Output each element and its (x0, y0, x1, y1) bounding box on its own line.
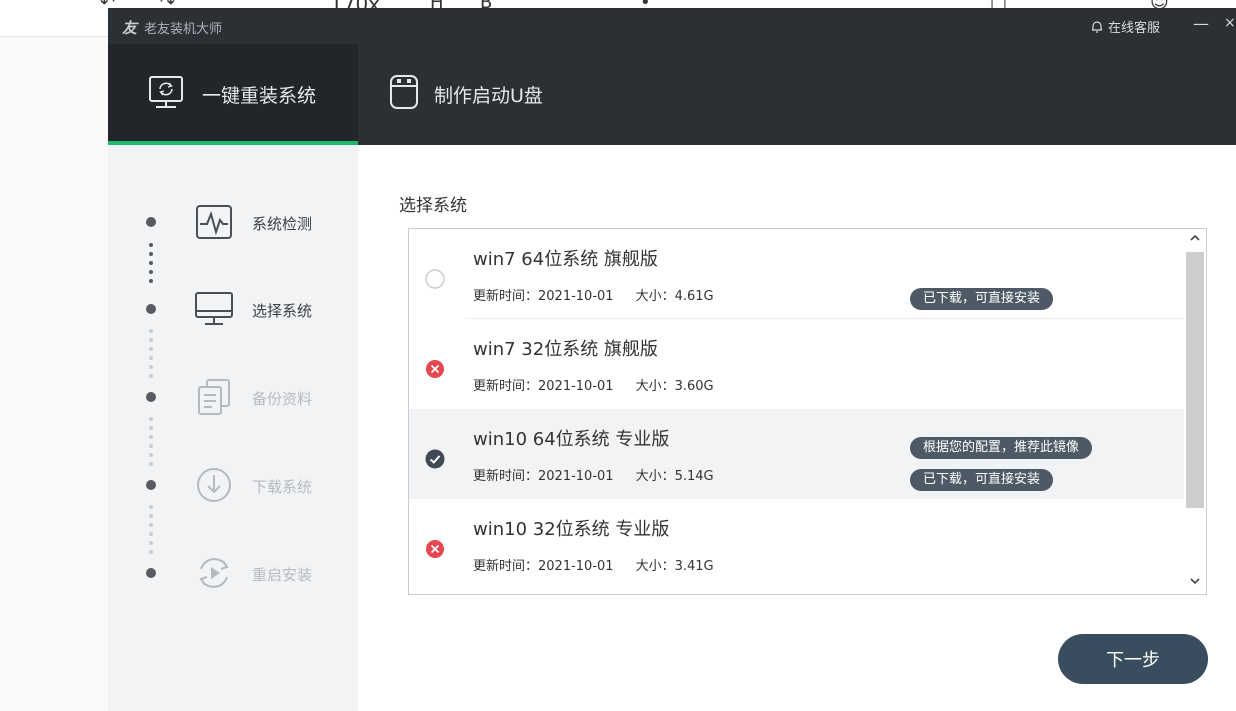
radio-selected-check-icon[interactable] (425, 449, 445, 469)
title-bar: 友 老友装机大师 在线客服 — × (108, 8, 1236, 44)
download-icon (194, 465, 234, 505)
size-prefix: 大小： (635, 289, 675, 304)
size-prefix: 大小： (635, 469, 675, 484)
recommended-badge: 根据您的配置，推荐此镜像 (910, 437, 1093, 459)
step-connector (149, 243, 153, 288)
step-dot (146, 392, 156, 402)
usb-drive-icon (388, 72, 420, 117)
system-list: win7 64位系统 旗舰版 更新时间：2021-10-01 大小：4.61G 已… (408, 228, 1207, 595)
background-canvas (0, 37, 108, 711)
step-label: 下载系统 (252, 478, 313, 496)
tab-make-usb[interactable]: 制作启动U盘 (388, 44, 648, 145)
system-name: win10 32位系统 专业版 (473, 519, 670, 540)
incompatible-x-icon[interactable] (425, 359, 445, 379)
system-name: win10 64位系统 专业版 (473, 429, 670, 450)
monitor-refresh-icon (146, 72, 186, 117)
minimize-button[interactable]: — (1193, 14, 1209, 33)
nav-bar: 一键重装系统 制作启动U盘 (108, 44, 1236, 145)
restart-icon (194, 553, 234, 593)
tab-label: 一键重装系统 (202, 85, 317, 107)
step-label: 系统检测 (252, 215, 313, 233)
step-label: 重启安装 (252, 566, 313, 584)
step-dot (146, 304, 156, 314)
system-item-win10-64[interactable]: win10 64位系统 专业版 更新时间：2021-10-01 大小：5.14G … (409, 409, 1184, 499)
step-download-system: 下载系统 (108, 460, 358, 510)
update-prefix: 更新时间： (473, 469, 539, 484)
system-name: win7 64位系统 旗舰版 (473, 249, 658, 270)
size-prefix: 大小： (635, 379, 675, 394)
incompatible-x-icon[interactable] (425, 539, 445, 559)
section-title: 选择系统 (399, 196, 467, 216)
app-title: 老友装机大师 (144, 22, 223, 37)
step-label: 选择系统 (252, 302, 313, 320)
system-item-win7-64[interactable]: win7 64位系统 旗舰版 更新时间：2021-10-01 大小：4.61G 已… (409, 229, 1184, 319)
update-time: 2021-10-01 (538, 289, 614, 304)
update-time: 2021-10-01 (538, 559, 614, 574)
system-size: 4.61G (674, 289, 714, 304)
next-step-button[interactable]: 下一步 (1058, 634, 1208, 684)
update-prefix: 更新时间： (473, 559, 539, 574)
bell-icon (1092, 20, 1102, 33)
chevron-down-icon[interactable] (1189, 576, 1201, 590)
close-button[interactable]: × (1224, 15, 1236, 31)
tab-one-click-reinstall[interactable]: 一键重装系统 (108, 44, 358, 145)
system-name: win7 32位系统 旗舰版 (473, 339, 658, 360)
step-dot (146, 568, 156, 578)
update-prefix: 更新时间： (473, 379, 539, 394)
radio-unselected-icon[interactable] (425, 269, 445, 289)
step-label: 备份资料 (252, 390, 313, 408)
online-support-button[interactable]: 在线客服 (1090, 17, 1160, 36)
scrollbar-thumb[interactable] (1186, 252, 1204, 508)
online-support-label: 在线客服 (1108, 21, 1161, 36)
chevron-up-icon[interactable] (1189, 233, 1201, 247)
monitor-icon (194, 289, 234, 329)
update-time: 2021-10-01 (538, 469, 614, 484)
documents-icon (194, 377, 234, 417)
system-meta: 更新时间：2021-10-01 大小：3.41G (473, 555, 714, 574)
system-item-win10-32[interactable]: win10 32位系统 专业版 更新时间：2021-10-01 大小：3.41G (409, 499, 1184, 589)
list-scrollbar[interactable] (1184, 229, 1206, 594)
step-restart-install: 重启安装 (108, 548, 358, 598)
step-sidebar: 系统检测 选择系统 备份资料 下载系统 重启安装 (108, 145, 358, 711)
update-time: 2021-10-01 (538, 379, 614, 394)
system-size: 3.41G (674, 559, 714, 574)
tab-label: 制作启动U盘 (434, 85, 543, 107)
system-size: 3.60G (674, 379, 714, 394)
step-dot (146, 480, 156, 490)
update-prefix: 更新时间： (473, 289, 539, 304)
step-backup-data: 备份资料 (108, 372, 358, 422)
step-select-system: 选择系统 (108, 284, 358, 334)
step-dot (146, 217, 156, 227)
system-item-win7-32[interactable]: win7 32位系统 旗舰版 更新时间：2021-10-01 大小：3.60G (409, 319, 1184, 409)
pulse-icon (194, 202, 234, 242)
system-size: 5.14G (674, 469, 714, 484)
installer-window: 友 老友装机大师 在线客服 — × 一键重装系统 制作启动U盘 系统检测 选择系… (108, 8, 1236, 711)
system-meta: 更新时间：2021-10-01 大小：5.14G (473, 465, 714, 484)
size-prefix: 大小： (635, 559, 675, 574)
system-meta: 更新时间：2021-10-01 大小：3.60G (473, 375, 714, 394)
system-meta: 更新时间：2021-10-01 大小：4.61G (473, 285, 714, 304)
downloaded-badge: 已下载，可直接安装 (910, 288, 1054, 310)
app-logo: 友 (122, 19, 138, 37)
downloaded-badge: 已下载，可直接安装 (910, 469, 1054, 491)
step-system-check: 系统检测 (108, 197, 358, 247)
